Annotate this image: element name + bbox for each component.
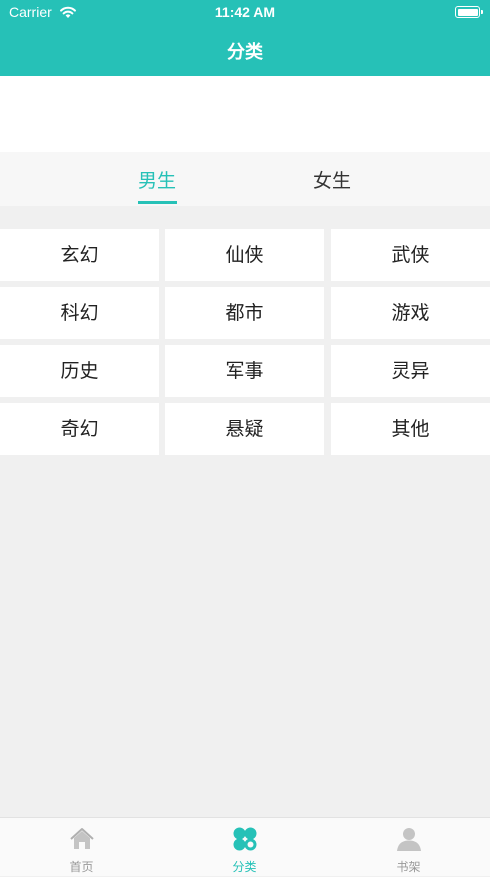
category-item[interactable]: 游戏 [331, 287, 490, 339]
tabbar-item-bookshelf[interactable]: 书架 [327, 818, 490, 877]
battery-icon [455, 6, 483, 18]
tabbar-label: 书架 [396, 860, 421, 874]
page-title: 分类 [227, 42, 263, 63]
bottom-tab-bar: 首页 分类 书架 [0, 817, 490, 876]
gender-tabs: 男生 女生 [0, 152, 490, 206]
category-item[interactable]: 其他 [331, 403, 490, 455]
tabbar-label: 分类 [232, 860, 257, 874]
category-item[interactable]: 奇幻 [0, 403, 159, 455]
person-icon [396, 828, 421, 851]
category-item[interactable]: 悬疑 [165, 403, 324, 455]
status-time: 11:42 AM [214, 4, 276, 20]
category-item[interactable]: 灵异 [331, 345, 490, 397]
tabbar-item-home[interactable]: 首页 [0, 818, 163, 877]
category-icon [233, 827, 256, 851]
category-item[interactable]: 都市 [165, 287, 324, 339]
category-item[interactable]: 仙侠 [165, 229, 324, 281]
tab-female[interactable]: 女生 [292, 166, 372, 193]
tab-male[interactable]: 男生 [117, 166, 197, 193]
tabbar-item-category[interactable]: 分类 [163, 818, 326, 877]
home-icon [69, 828, 94, 849]
category-item[interactable]: 历史 [0, 345, 159, 397]
top-bar: Carrier 11:42 AM 分类 [0, 0, 490, 76]
category-item[interactable]: 玄幻 [0, 229, 159, 281]
category-item[interactable]: 武侠 [331, 229, 490, 281]
banner-area [0, 76, 490, 152]
category-item[interactable]: 科幻 [0, 287, 159, 339]
status-bar: Carrier 11:42 AM [0, 0, 490, 26]
active-tab-indicator [138, 201, 177, 204]
tabbar-label: 首页 [69, 860, 94, 874]
category-item[interactable]: 军事 [165, 345, 324, 397]
